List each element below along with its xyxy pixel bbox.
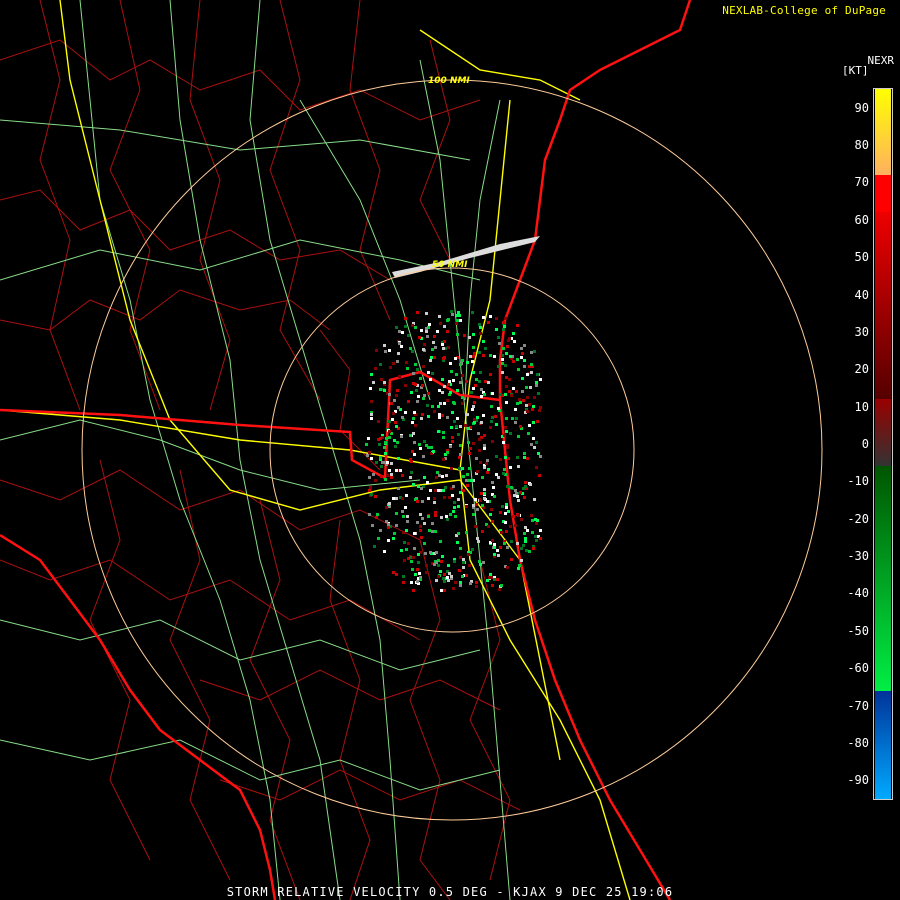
credit-text: NEXLAB-College of DuPage — [722, 4, 886, 17]
county-boundaries — [0, 0, 521, 900]
colorbar-band — [875, 89, 891, 175]
product-footer: STORM RELATIVE VELOCITY 0.5 DEG - KJAX 9… — [226, 885, 674, 899]
colorbar-tick-label: -30 — [847, 549, 869, 564]
range-rings — [81, 79, 823, 821]
highways — [0, 0, 631, 900]
units-label: [KT] — [842, 64, 869, 77]
colorbar-tick-label: 20 — [854, 362, 869, 377]
product-code: NEXR — [867, 54, 895, 67]
range-ring-100 — [81, 79, 823, 821]
colorbar-tick-label: 80 — [854, 138, 869, 153]
colorbar-tick-label: -40 — [847, 586, 869, 601]
colorbar-band — [875, 466, 891, 691]
colorbar-band — [875, 212, 891, 400]
ring-label-100: 100 NMI — [428, 76, 470, 86]
colorbar-tick-label: 70 — [854, 175, 869, 190]
colorbar-tick-label: 60 — [854, 212, 869, 227]
colorbar-tick-label: -70 — [847, 698, 869, 713]
colorbar-tick-label: 50 — [854, 250, 869, 265]
colorbar-tick-label: -90 — [847, 773, 869, 788]
colorbar-tick-label: 0 — [861, 437, 869, 451]
ring-label-50: 50 NMI — [432, 260, 468, 270]
state-boundary — [0, 370, 501, 481]
colorbar-tick-label: 40 — [854, 287, 869, 302]
colorbar-tick-label: 90 — [854, 100, 869, 115]
colorbar-tick-label: -80 — [847, 735, 869, 750]
colorbar-tick-label: -50 — [847, 623, 869, 638]
velocity-colorbar — [873, 88, 893, 800]
colorbar-tick-label: 10 — [854, 399, 869, 414]
colorbar-tick-label: 30 — [854, 324, 869, 339]
colorbar-band — [875, 399, 891, 467]
colorbar-band — [875, 174, 891, 213]
radar-map: 100 NMI 50 NMI — [0, 0, 823, 900]
colorbar-tick-label: -20 — [847, 511, 869, 526]
colorbar-tick-label: -10 — [847, 474, 869, 489]
colorbar-tick-label: -60 — [847, 661, 869, 676]
colorbar-band — [875, 690, 891, 799]
